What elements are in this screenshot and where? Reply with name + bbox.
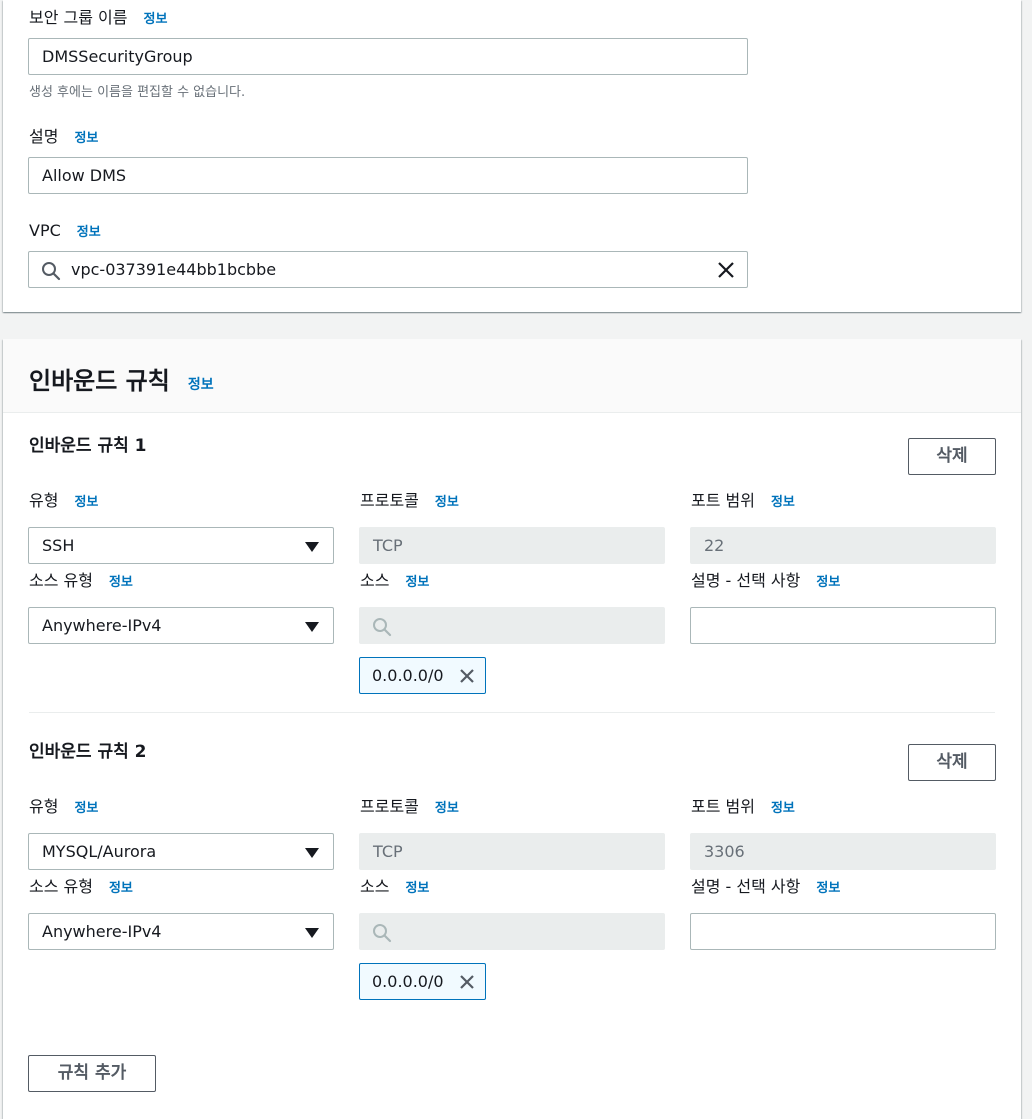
source-token: 0.0.0.0/0 — [359, 963, 486, 1000]
add-rule-button[interactable]: 규칙 추가 — [28, 1055, 156, 1092]
type-label: 유형 정보 — [29, 491, 99, 510]
caret-down-icon — [305, 848, 319, 858]
protocol-input: TCP — [359, 527, 665, 564]
protocol-label: 프로토콜 정보 — [360, 797, 459, 816]
vpc-search-input[interactable]: vpc-037391e44bb1bcbbe — [28, 251, 748, 288]
rule-description-label: 설명 - 선택 사항 정보 — [691, 877, 841, 896]
security-group-name-label: 보안 그룹 이름 정보 — [29, 8, 168, 27]
info-link[interactable]: 정보 — [816, 575, 840, 590]
source-label: 소스 정보 — [360, 877, 430, 896]
source-label: 소스 정보 — [360, 571, 430, 590]
search-icon — [42, 262, 61, 281]
rule-title: 인바운드 규칙 1 — [29, 436, 147, 456]
info-link[interactable]: 정보 — [109, 881, 133, 896]
caret-down-icon — [305, 928, 319, 938]
source-token: 0.0.0.0/0 — [359, 657, 486, 694]
delete-rule-button[interactable]: 삭제 — [908, 744, 996, 781]
info-link[interactable]: 정보 — [144, 12, 168, 27]
source-search-input[interactable] — [359, 913, 665, 950]
rule-divider — [29, 712, 995, 713]
search-icon — [373, 924, 392, 943]
info-link[interactable]: 정보 — [435, 495, 459, 510]
vpc-label: VPC 정보 — [29, 221, 101, 240]
info-link[interactable]: 정보 — [74, 801, 98, 816]
clear-icon[interactable] — [717, 261, 735, 279]
inbound-rules-header: 인바운드 규칙 정보 — [3, 339, 1021, 413]
type-select[interactable]: MYSQL/Aurora — [28, 833, 334, 870]
info-link[interactable]: 정보 — [109, 575, 133, 590]
info-link[interactable]: 정보 — [74, 131, 98, 146]
info-link[interactable]: 정보 — [816, 881, 840, 896]
port-range-label: 포트 범위 정보 — [691, 797, 795, 816]
info-link[interactable]: 정보 — [771, 495, 795, 510]
info-link[interactable]: 정보 — [188, 377, 214, 393]
remove-token-icon[interactable] — [459, 668, 475, 684]
caret-down-icon — [305, 542, 319, 552]
type-select[interactable]: SSH — [28, 527, 334, 564]
port-range-input: 3306 — [690, 833, 996, 870]
info-link[interactable]: 정보 — [771, 801, 795, 816]
delete-rule-button[interactable]: 삭제 — [908, 438, 996, 475]
rule-title: 인바운드 규칙 2 — [29, 742, 147, 762]
info-link[interactable]: 정보 — [405, 881, 429, 896]
security-group-name-input[interactable]: DMSSecurityGroup — [28, 38, 748, 75]
search-icon — [373, 618, 392, 637]
source-type-select[interactable]: Anywhere-IPv4 — [28, 607, 334, 644]
info-link[interactable]: 정보 — [77, 225, 101, 240]
protocol-label: 프로토콜 정보 — [360, 491, 459, 510]
rule-description-label: 설명 - 선택 사항 정보 — [691, 571, 841, 590]
description-input[interactable]: Allow DMS — [28, 157, 748, 194]
basic-details-panel: 보안 그룹 이름 정보 DMSSecurityGroup 생성 후에는 이름을 편… — [3, 0, 1021, 312]
source-type-label: 소스 유형 정보 — [29, 571, 133, 590]
rule-description-input[interactable] — [690, 607, 996, 644]
inbound-rules-panel: 인바운드 규칙 정보 인바운드 규칙 1 삭제 유형 정보 프로토콜 정보 포트 범위… — [3, 339, 1021, 1119]
info-link[interactable]: 정보 — [405, 575, 429, 590]
inbound-rules-title: 인바운드 규칙 정보 — [29, 367, 214, 395]
remove-token-icon[interactable] — [459, 974, 475, 990]
source-type-select[interactable]: Anywhere-IPv4 — [28, 913, 334, 950]
source-type-label: 소스 유형 정보 — [29, 877, 133, 896]
protocol-input: TCP — [359, 833, 665, 870]
name-hint: 생성 후에는 이름을 편집할 수 없습니다. — [29, 85, 246, 100]
type-label: 유형 정보 — [29, 797, 99, 816]
port-range-input: 22 — [690, 527, 996, 564]
info-link[interactable]: 정보 — [74, 495, 98, 510]
source-search-input[interactable] — [359, 607, 665, 644]
info-link[interactable]: 정보 — [435, 801, 459, 816]
port-range-label: 포트 범위 정보 — [691, 491, 795, 510]
description-label: 설명 정보 — [29, 127, 99, 146]
caret-down-icon — [305, 622, 319, 632]
rule-description-input[interactable] — [690, 913, 996, 950]
